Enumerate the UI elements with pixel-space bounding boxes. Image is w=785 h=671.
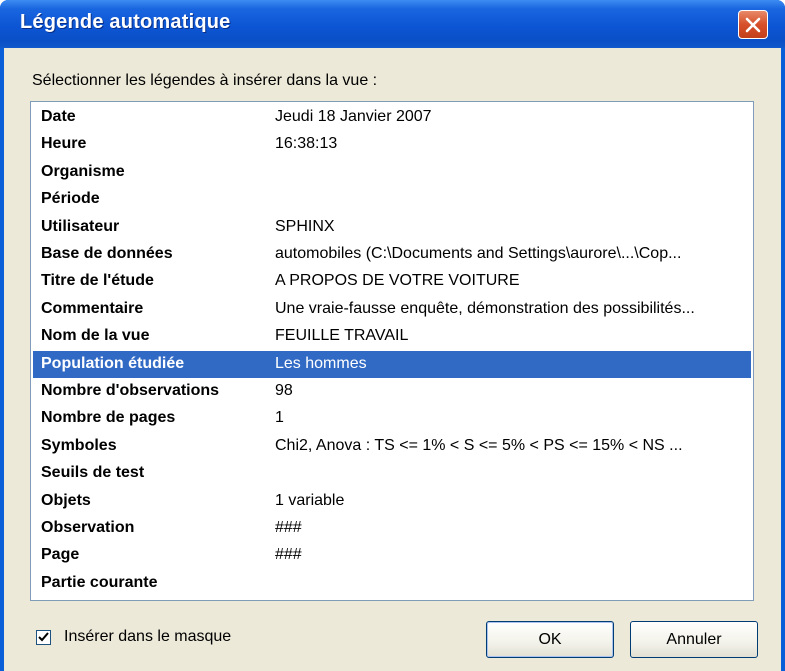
list-item[interactable]: Date Jeudi 18 Janvier 2007 [33, 104, 751, 131]
legend-value: Une vraie-fausse enquête, démonstration … [275, 299, 695, 317]
legend-label: Population étudiée [41, 354, 185, 372]
legend-value: A PROPOS DE VOTRE VOITURE [275, 272, 520, 290]
legend-value: Jeudi 18 Janvier 2007 [275, 108, 432, 125]
list-item[interactable]: Objets 1 variable [33, 488, 751, 515]
legend-label: Page [41, 546, 80, 564]
legend-value: 1 variable [275, 491, 345, 509]
list-item[interactable]: Nombre de pages 1 [33, 405, 751, 432]
legend-label: Date [41, 108, 76, 125]
list-item[interactable]: Seuils de test [33, 460, 751, 487]
legend-value: SPHINX [275, 217, 335, 235]
ok-button[interactable]: OK [486, 621, 614, 658]
instruction-label: Sélectionner les légendes à insérer dans… [32, 72, 378, 89]
legend-label: Commentaire [41, 299, 144, 317]
legend-label: Heure [41, 135, 87, 153]
list-item[interactable]: Observation ### [33, 515, 751, 542]
legend-value: ### [275, 519, 302, 536]
legend-value: 98 [275, 382, 293, 399]
title-bar[interactable]: Légende automatique [0, 0, 785, 48]
legend-label: Base de données [41, 245, 173, 262]
list-item[interactable]: Utilisateur SPHINX [33, 214, 751, 241]
list-item[interactable]: Symboles Chi2, Anova : TS <= 1% < S <= 5%… [33, 433, 751, 460]
list-item[interactable]: Organisme [33, 159, 751, 186]
legend-label: Organisme [41, 162, 125, 180]
list-item[interactable]: Heure 16:38:13 [33, 131, 751, 158]
legend-label: Nombre d'observations [41, 382, 220, 399]
legend-value: ### [275, 546, 302, 564]
legend-value: FEUILLE TRAVAIL [275, 327, 409, 345]
list-item[interactable]: Nom de la vue FEUILLE TRAVAIL [33, 323, 751, 350]
checkmark-icon [38, 632, 49, 642]
legend-value: 1 [275, 409, 284, 427]
list-item[interactable]: Période [33, 186, 751, 213]
legend-value: automobiles (C:\Documents and Settings\a… [275, 245, 682, 262]
legend-label: Symboles [41, 436, 117, 454]
list-item[interactable]: Nombre d'observations 98 [33, 378, 751, 405]
list-item[interactable]: Base de données automobiles (C:\Documents… [33, 241, 751, 268]
list-item[interactable]: Titre de l'étude A PROPOS DE VOTRE VOITUR… [33, 268, 751, 295]
close-button[interactable] [738, 10, 768, 39]
legend-label: Période [41, 190, 100, 208]
cancel-button[interactable]: Annuler [630, 621, 758, 658]
legend-value: Les hommes [275, 354, 367, 372]
legend-value: 16:38:13 [275, 135, 338, 153]
close-icon [745, 17, 761, 33]
dialog-body: Sélectionner les légendes à insérer dans… [4, 48, 781, 671]
list-item[interactable]: Partie courante [33, 570, 751, 597]
dialog-window: Légende automatique Sélectionner les lég… [0, 0, 785, 671]
legend-label: Objets [41, 491, 91, 509]
legend-label: Observation [41, 519, 135, 536]
list-item[interactable]: Commentaire Une vraie-fausse enquête, dém… [33, 296, 751, 323]
legend-list[interactable]: Date Jeudi 18 Janvier 2007 Heure 16:38:13 Or… [30, 101, 754, 601]
legend-label: Seuils de test [41, 464, 145, 482]
legend-label: Partie courante [41, 573, 158, 591]
legend-label: Titre de l'étude [41, 272, 154, 290]
insert-in-mask-checkbox[interactable] [36, 630, 51, 645]
legend-label: Utilisateur [41, 217, 120, 235]
window-title: Légende automatique [20, 11, 231, 33]
list-item[interactable]: Page ### [33, 542, 751, 569]
legend-value: Chi2, Anova : TS <= 1% < S <= 5% < PS <=… [275, 436, 683, 454]
legend-label: Nombre de pages [41, 409, 176, 427]
list-item[interactable]: Population étudiée Les hommes [33, 350, 751, 378]
legend-label: Nom de la vue [41, 327, 150, 345]
insert-in-mask-label[interactable]: Insérer dans le masque [64, 628, 231, 646]
